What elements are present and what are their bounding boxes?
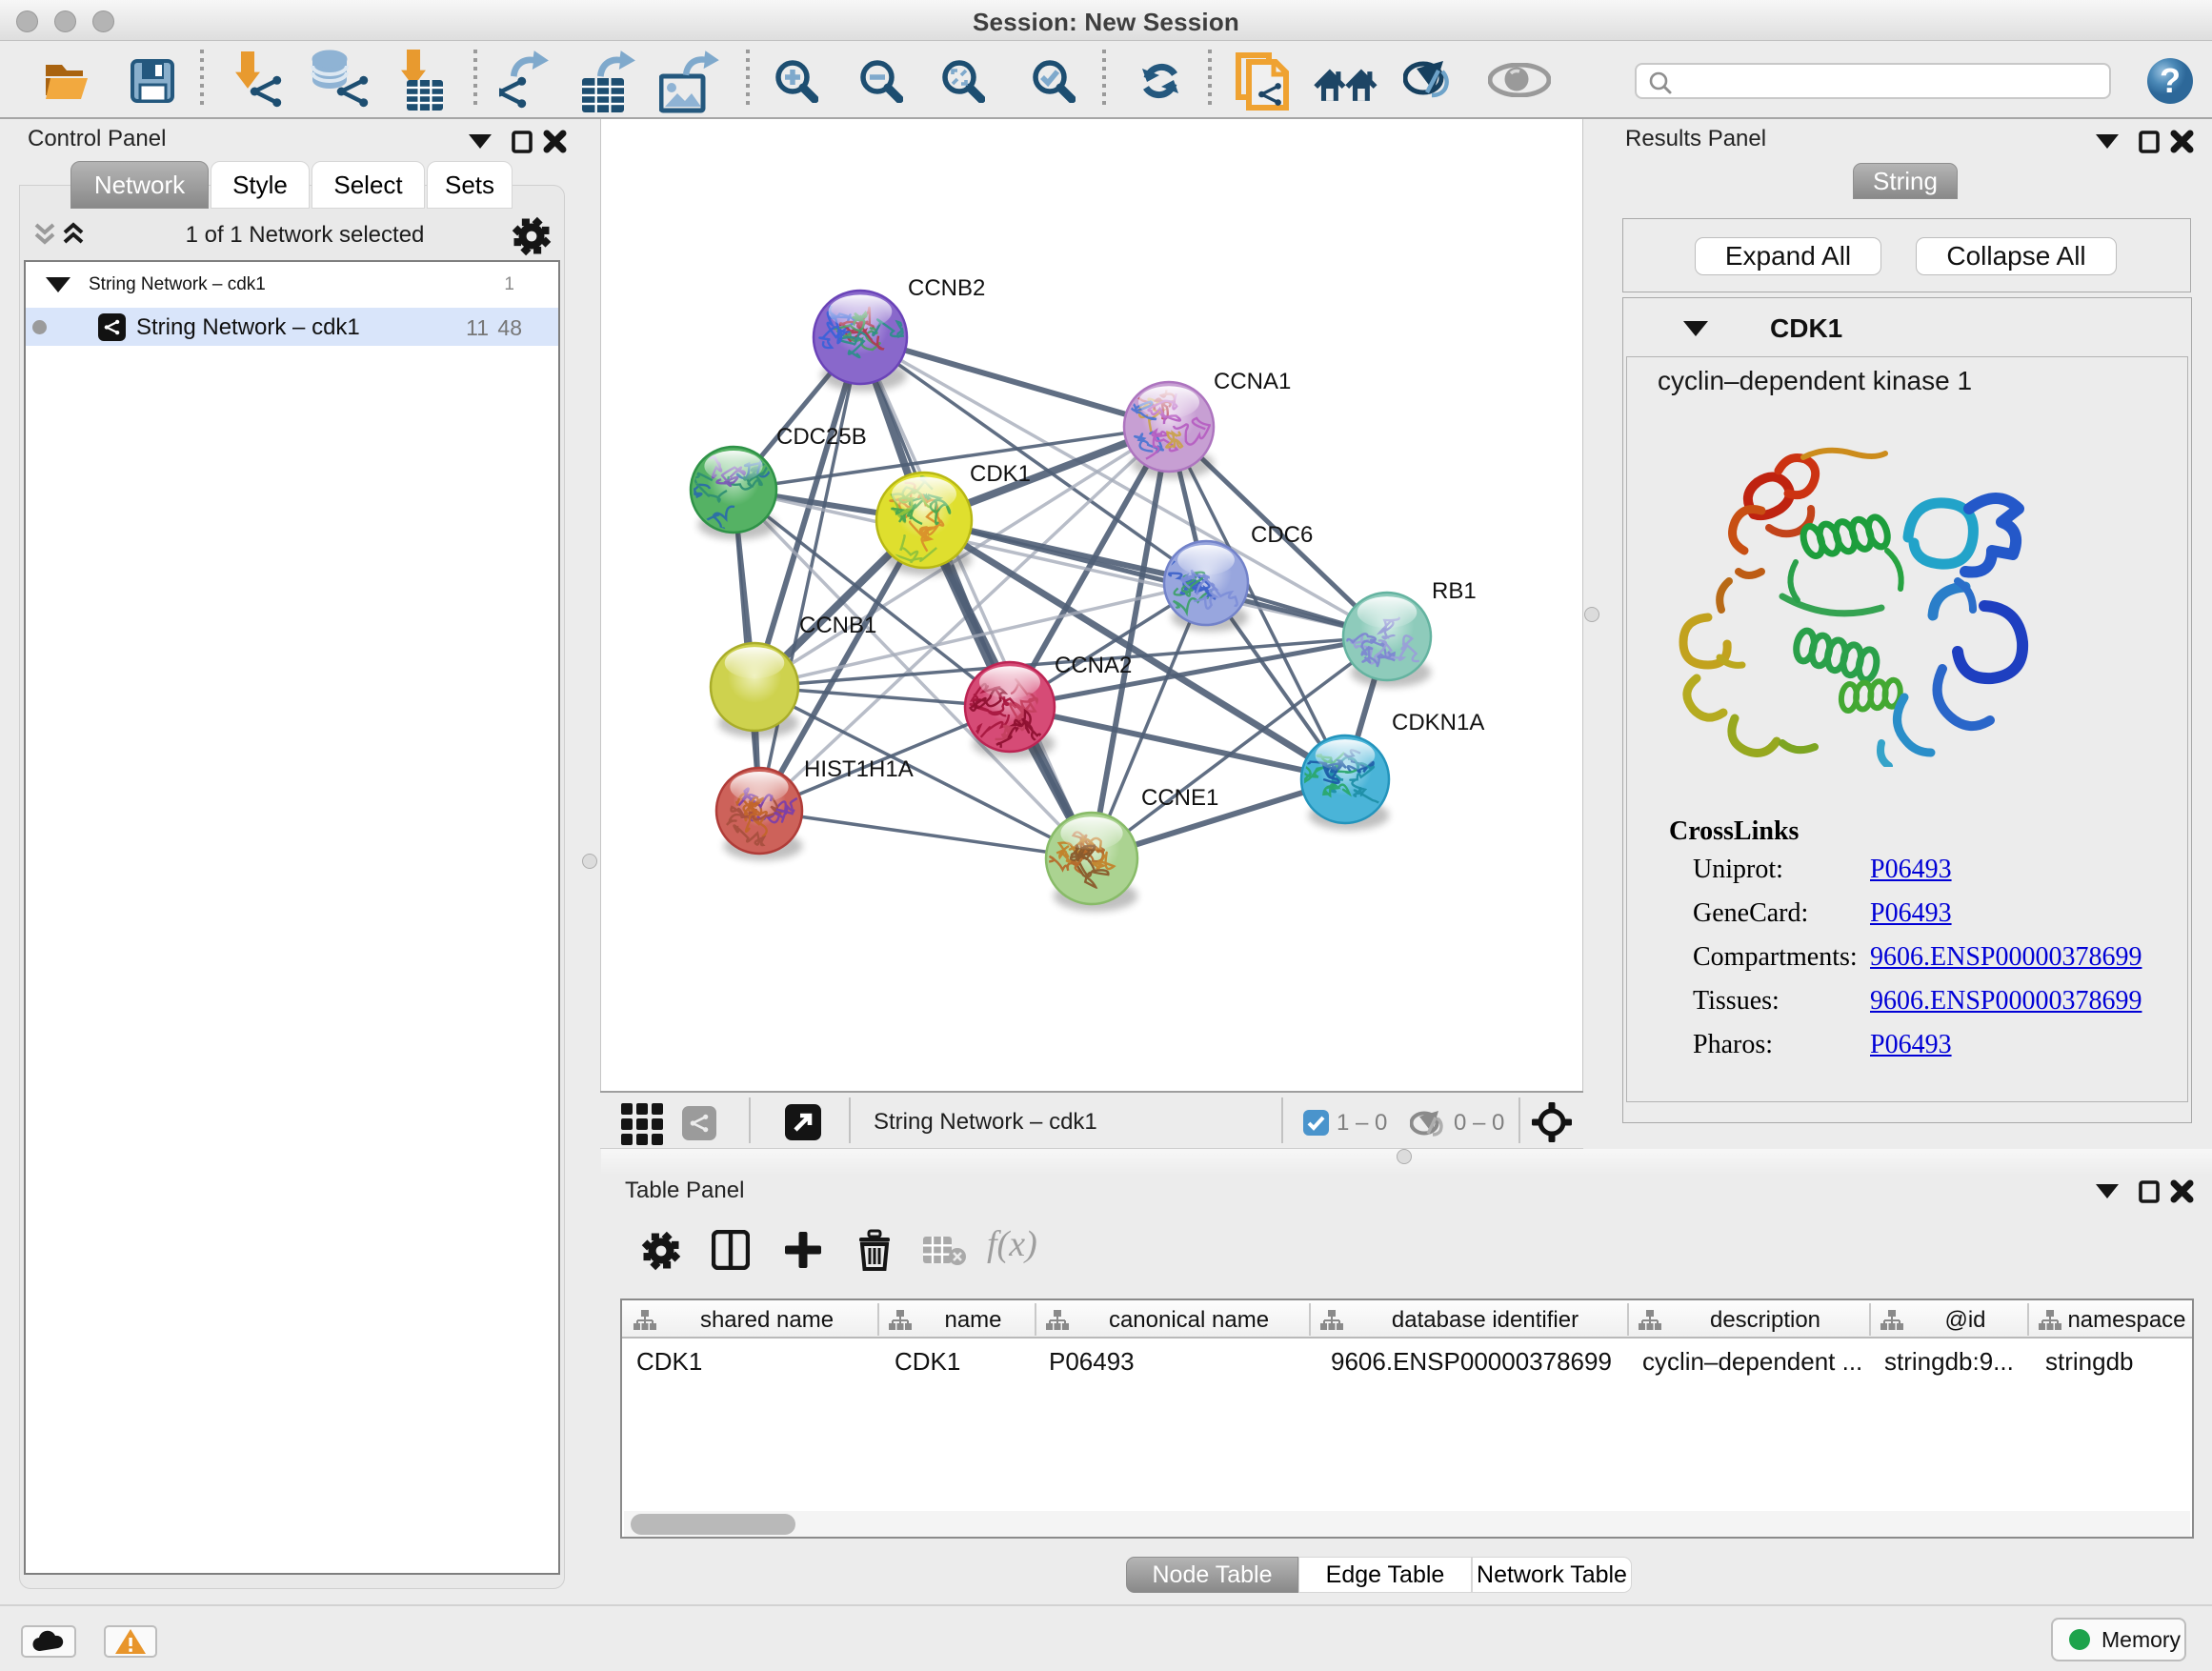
svg-text:RB1: RB1 [1432, 578, 1477, 604]
svg-text:HIST1H1A: HIST1H1A [804, 756, 914, 782]
svg-text:CCNB1: CCNB1 [799, 613, 876, 638]
svg-text:CDK1: CDK1 [970, 461, 1031, 487]
svg-text:CCNA2: CCNA2 [1055, 653, 1132, 678]
svg-text:CCNE1: CCNE1 [1141, 785, 1218, 811]
svg-text:CDKN1A: CDKN1A [1392, 710, 1484, 735]
svg-text:CDC6: CDC6 [1251, 522, 1313, 548]
svg-text:CCNA1: CCNA1 [1214, 369, 1291, 394]
svg-text:CCNB2: CCNB2 [908, 275, 985, 301]
svg-text:?: ? [2160, 61, 2181, 100]
svg-text:CDC25B: CDC25B [776, 424, 867, 450]
